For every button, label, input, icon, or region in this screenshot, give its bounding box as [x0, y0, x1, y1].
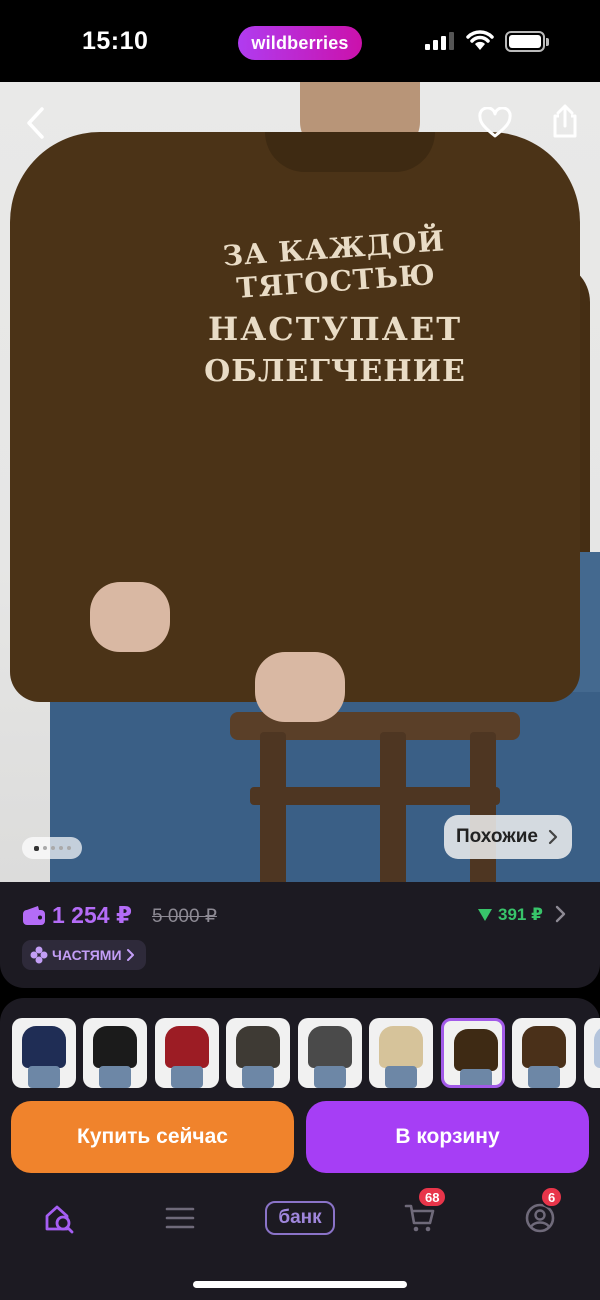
color-variants-carousel[interactable]: [0, 1018, 600, 1088]
similar-button[interactable]: Похожие: [444, 815, 572, 859]
variant-sweater: [21, 1026, 66, 1068]
hand-right: [255, 652, 345, 722]
heart-icon: [478, 107, 512, 138]
share-button[interactable]: [541, 97, 589, 145]
status-time: 15:10: [82, 27, 149, 55]
cart-badge: 68: [417, 1186, 448, 1208]
pager-dot: [50, 846, 55, 850]
color-variant-thumb[interactable]: [11, 1018, 76, 1088]
variant-sweater: [236, 1026, 280, 1068]
variant-sweater: [453, 1029, 498, 1071]
menu-icon: [165, 1207, 195, 1229]
variant-jeans: [385, 1066, 417, 1088]
variant-jeans: [27, 1066, 60, 1088]
variant-sweater: [307, 1026, 352, 1068]
installments-label: ЧАСТЯМИ: [52, 947, 122, 963]
price-panel: 1 254 ₽ 5 000 ₽ 391 ₽ ЧАСТЯМИ: [0, 882, 600, 988]
back-button[interactable]: [12, 99, 60, 147]
share-icon: [553, 104, 577, 138]
color-variant-thumb[interactable]: [583, 1018, 600, 1088]
print-line-2: НАСТУПАЕТ: [207, 310, 463, 348]
profile-badge: 6: [540, 1186, 564, 1208]
product-image-gallery[interactable]: ЗА КАЖДОЙ ТЯГОСТЬЮ НАСТУПАЕТ ОБЛЕГЧЕНИЕ …: [0, 82, 600, 882]
color-variant-thumb[interactable]: [440, 1018, 505, 1088]
installments-icon: [30, 946, 48, 964]
cashback-amount[interactable]: 391 ₽: [478, 905, 543, 925]
variant-jeans: [99, 1066, 131, 1088]
color-variant-thumb[interactable]: [154, 1018, 219, 1088]
image-pager[interactable]: [22, 837, 82, 859]
variant-jeans: [313, 1066, 346, 1088]
tab-profile[interactable]: 6: [510, 1186, 570, 1248]
pager-dot: [66, 846, 71, 850]
chevron-right-icon[interactable]: [554, 904, 568, 924]
current-price: 1 254 ₽: [52, 902, 132, 928]
variant-sweater: [522, 1026, 566, 1068]
color-variant-thumb[interactable]: [83, 1018, 147, 1088]
chevron-right-icon: [548, 829, 558, 845]
pager-dot: [33, 845, 39, 851]
hand-left: [90, 582, 170, 652]
status-bar: 15:10 wildberries: [0, 0, 600, 82]
home-search-icon: [45, 1205, 74, 1234]
favorite-button[interactable]: [471, 99, 519, 147]
variant-jeans: [459, 1069, 492, 1085]
bottom-sheet: Купить сейчас В корзину банк 68 6: [0, 998, 600, 1300]
sweater-print-text: ЗА КАЖДОЙ ТЯГОСТЬЮ НАСТУПАЕТ ОБЛЕГЧЕНИЕ: [170, 224, 500, 389]
old-price: 5 000 ₽: [152, 906, 217, 927]
installments-button[interactable]: ЧАСТЯМИ: [22, 940, 146, 970]
print-line-1: ЗА КАЖДОЙ ТЯГОСТЬЮ: [221, 224, 446, 305]
variant-sweater: [379, 1026, 423, 1068]
tab-bar: банк 68 6: [0, 1186, 600, 1248]
variant-jeans: [528, 1066, 560, 1088]
wallet-icon: [23, 906, 45, 925]
color-variant-thumb[interactable]: [226, 1018, 290, 1088]
brand-logo: wildberries: [238, 26, 362, 60]
color-variant-thumb[interactable]: [369, 1018, 433, 1088]
home-indicator: [193, 1281, 407, 1288]
tab-cart[interactable]: 68: [390, 1186, 450, 1248]
cashback-value: 391 ₽: [498, 905, 543, 924]
print-line-3: ОБЛЕГЧЕНИЕ: [204, 354, 466, 389]
down-arrow-icon: [478, 909, 492, 921]
add-to-cart-button[interactable]: В корзину: [306, 1101, 589, 1173]
battery-icon: [505, 31, 549, 52]
sweater-collar: [265, 132, 435, 172]
wifi-icon: [466, 30, 494, 50]
cellular-signal-icon: [425, 32, 454, 50]
color-variant-thumb[interactable]: [512, 1018, 576, 1088]
variant-jeans: [170, 1066, 203, 1088]
similar-label: Похожие: [456, 826, 538, 847]
variant-sweater: [93, 1026, 137, 1068]
color-variant-thumb[interactable]: [297, 1018, 362, 1088]
tab-bank[interactable]: банк: [265, 1188, 335, 1248]
chevron-right-icon: [126, 949, 134, 961]
chevron-left-icon: [27, 107, 44, 139]
buy-now-button[interactable]: Купить сейчас: [11, 1101, 294, 1173]
tab-catalog[interactable]: [150, 1188, 210, 1248]
variant-sweater: [164, 1026, 209, 1068]
variant-sweater: [593, 1026, 600, 1068]
pager-dot: [58, 846, 63, 850]
tab-home-search[interactable]: [30, 1188, 90, 1248]
pager-dot: [42, 846, 47, 850]
bank-label: банк: [265, 1201, 335, 1235]
variant-jeans: [242, 1066, 274, 1088]
